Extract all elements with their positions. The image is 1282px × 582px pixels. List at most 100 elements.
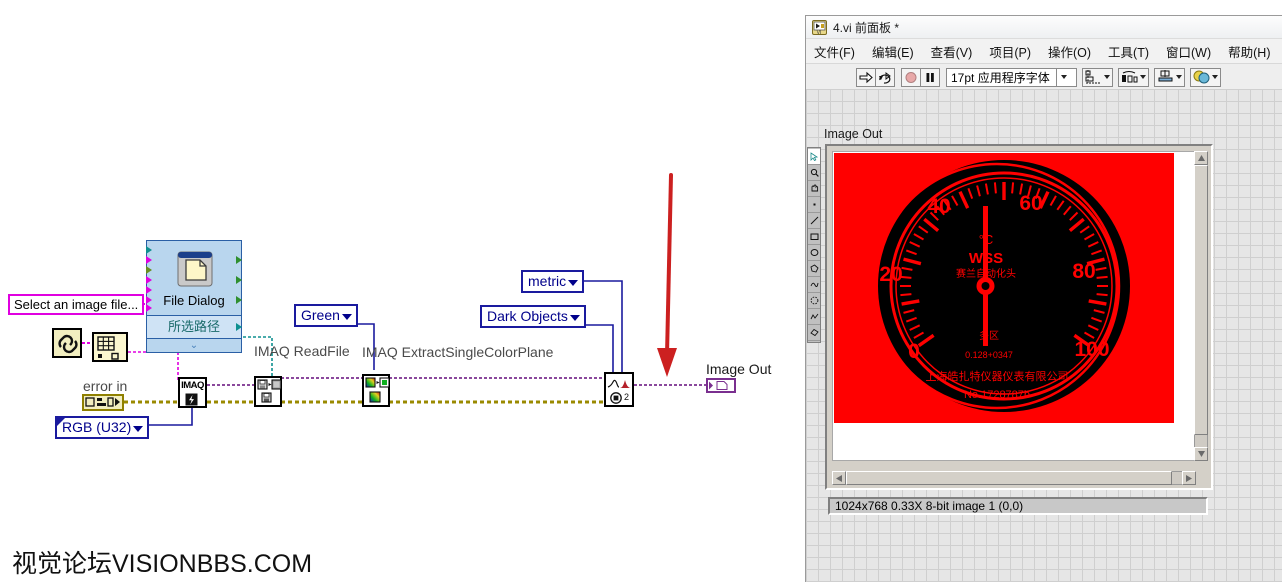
image-out-indicator-terminal[interactable] bbox=[706, 378, 736, 393]
file-dialog-output-row[interactable]: 所选路径 bbox=[147, 315, 241, 339]
chevron-down-icon[interactable] bbox=[568, 280, 578, 286]
abort-button[interactable] bbox=[901, 68, 921, 87]
menu-tools[interactable]: 工具(T) bbox=[1108, 42, 1149, 61]
menu-project[interactable]: 项目(P) bbox=[989, 42, 1031, 61]
font-selector-value: 17pt 应用程序字体 bbox=[951, 69, 1056, 86]
gauge-code: 0.128+0347 bbox=[965, 350, 1013, 360]
menu-file[interactable]: 文件(F) bbox=[814, 42, 855, 61]
file-dialog-node[interactable]: File Dialog 所选路径 ⌄ bbox=[146, 240, 242, 353]
scroll-down-button[interactable] bbox=[1194, 447, 1208, 461]
triangle-down-icon bbox=[1198, 451, 1205, 457]
chevron-down-icon[interactable] bbox=[133, 426, 143, 432]
broken-line-tool[interactable] bbox=[808, 309, 820, 325]
path-constant-icon[interactable] bbox=[52, 328, 82, 358]
chevron-down-icon[interactable] bbox=[1176, 75, 1182, 79]
imaq-extract-plane-node[interactable] bbox=[362, 374, 390, 407]
image-out-bd-label: Image Out bbox=[706, 361, 771, 377]
run-continuously-button[interactable] bbox=[875, 68, 895, 87]
threshold-method-enum-label: metric bbox=[528, 273, 566, 289]
image-viewport[interactable]: 0 20 40 60 80 100 °C WSS 赛兰自动化头 多区 0.128… bbox=[832, 151, 1196, 461]
image-horizontal-scrollbar[interactable] bbox=[832, 471, 1196, 485]
reorder-objects-icon bbox=[1193, 70, 1210, 84]
scroll-thumb[interactable] bbox=[846, 471, 1172, 485]
threshold-gear-icon bbox=[610, 392, 622, 404]
look-for-enum[interactable]: Dark Objects bbox=[480, 305, 586, 328]
annulus-tool[interactable] bbox=[808, 293, 820, 309]
file-dialog-title: File Dialog bbox=[147, 293, 241, 308]
prompt-string-constant[interactable]: Select an image file... bbox=[8, 294, 144, 315]
pan-tool[interactable] bbox=[808, 181, 820, 197]
font-selector-dropdown[interactable] bbox=[1056, 69, 1072, 86]
gauge-tick-60: 60 bbox=[1019, 192, 1042, 215]
rectangle-tool[interactable] bbox=[808, 229, 820, 245]
imaq-create-text: IMAQ bbox=[180, 380, 205, 391]
polygon-tool[interactable] bbox=[808, 261, 820, 277]
fd-output-terminal[interactable] bbox=[236, 276, 242, 284]
imaq-create-node[interactable]: IMAQ bbox=[178, 377, 207, 408]
line-tool[interactable] bbox=[808, 213, 820, 229]
imaq-autobthreshold-node[interactable]: 2 bbox=[604, 372, 634, 407]
fd-input-terminal[interactable] bbox=[146, 276, 152, 284]
resize-objects-button[interactable] bbox=[1154, 68, 1185, 87]
scroll-up-button[interactable] bbox=[1194, 151, 1208, 165]
distribute-objects-button[interactable] bbox=[1118, 68, 1149, 87]
oval-tool[interactable] bbox=[808, 245, 820, 261]
menu-window[interactable]: 窗口(W) bbox=[1166, 42, 1211, 61]
color-plane-enum[interactable]: Green bbox=[294, 304, 358, 327]
window-titlebar[interactable]: VI 4.vi 前面板 * bbox=[806, 16, 1282, 39]
gauge-serial: No.1728787b bbox=[964, 389, 1030, 401]
font-selector[interactable]: 17pt 应用程序字体 bbox=[946, 68, 1077, 87]
image-out-control-label: Image Out bbox=[824, 127, 882, 141]
point-tool[interactable] bbox=[808, 197, 820, 213]
front-panel-window[interactable]: VI 4.vi 前面板 * 文件(F) 编辑(E) 查看(V) 项目(P) 操作… bbox=[805, 15, 1282, 582]
scroll-right-button[interactable] bbox=[1182, 471, 1196, 485]
fd-input-terminal[interactable] bbox=[146, 266, 152, 274]
menu-view[interactable]: 查看(V) bbox=[931, 42, 973, 61]
fd-input-terminal[interactable] bbox=[146, 246, 152, 254]
pause-button[interactable] bbox=[920, 68, 940, 87]
reorder-objects-button[interactable] bbox=[1190, 68, 1221, 87]
color-mode-enum[interactable]: RGB (U32) bbox=[55, 416, 149, 439]
chevron-down-icon[interactable] bbox=[1212, 75, 1218, 79]
gauge-tick-0: 0 bbox=[908, 340, 920, 363]
build-path-node[interactable] bbox=[92, 332, 128, 362]
triangle-left-icon bbox=[836, 475, 842, 482]
run-button[interactable] bbox=[856, 68, 876, 87]
chain-link-icon bbox=[55, 331, 81, 357]
image-vertical-scrollbar[interactable] bbox=[1194, 151, 1208, 461]
chevron-down-icon[interactable] bbox=[1104, 75, 1110, 79]
front-panel-canvas[interactable]: Image Out bbox=[806, 89, 1282, 582]
fd-output-terminal[interactable] bbox=[236, 256, 242, 264]
scroll-left-button[interactable] bbox=[832, 471, 846, 485]
imaq-readfile-node[interactable] bbox=[254, 376, 282, 407]
color-plane-enum-label: Green bbox=[301, 307, 340, 323]
menu-operate[interactable]: 操作(O) bbox=[1048, 42, 1091, 61]
zoom-tool[interactable] bbox=[808, 165, 820, 181]
threshold-method-enum[interactable]: metric bbox=[521, 270, 584, 293]
selected-path-terminal[interactable] bbox=[236, 323, 242, 331]
svg-text:VI: VI bbox=[817, 30, 822, 35]
image-out-display-control[interactable]: 0 20 40 60 80 100 °C WSS 赛兰自动化头 多区 0.128… bbox=[825, 144, 1213, 490]
toolbar[interactable]: 17pt 应用程序字体 bbox=[806, 64, 1282, 91]
align-objects-button[interactable] bbox=[1082, 68, 1113, 87]
rotated-rect-tool[interactable] bbox=[808, 325, 820, 341]
image-status-text: 1024x768 0.33X 8-bit image 1 (0,0) bbox=[835, 499, 1023, 513]
menu-edit[interactable]: 编辑(E) bbox=[872, 42, 914, 61]
distribute-objects-icon bbox=[1121, 70, 1138, 84]
image-status-bar: 1024x768 0.33X 8-bit image 1 (0,0) bbox=[828, 497, 1208, 515]
scroll-thumb[interactable] bbox=[1194, 165, 1208, 435]
chevron-down-icon[interactable] bbox=[570, 315, 580, 321]
fd-input-terminal[interactable] bbox=[146, 256, 152, 264]
error-in-terminal[interactable] bbox=[82, 394, 124, 411]
chevron-down-icon[interactable] bbox=[342, 314, 352, 320]
menu-bar[interactable]: 文件(F) 编辑(E) 查看(V) 项目(P) 操作(O) 工具(T) 窗口(W… bbox=[806, 39, 1282, 64]
chevron-down-icon[interactable] bbox=[1140, 75, 1146, 79]
image-tool-palette[interactable] bbox=[807, 147, 821, 343]
expand-chevron-icon[interactable]: ⌄ bbox=[147, 341, 241, 351]
selection-tool[interactable] bbox=[808, 149, 820, 165]
extract-color-plane-icon bbox=[365, 377, 389, 406]
freehand-tool[interactable] bbox=[808, 277, 820, 293]
block-diagram-canvas[interactable]: Select an image file... File Dialog bbox=[0, 0, 805, 582]
file-dialog-icon bbox=[175, 249, 215, 289]
menu-help[interactable]: 帮助(H) bbox=[1228, 42, 1270, 61]
